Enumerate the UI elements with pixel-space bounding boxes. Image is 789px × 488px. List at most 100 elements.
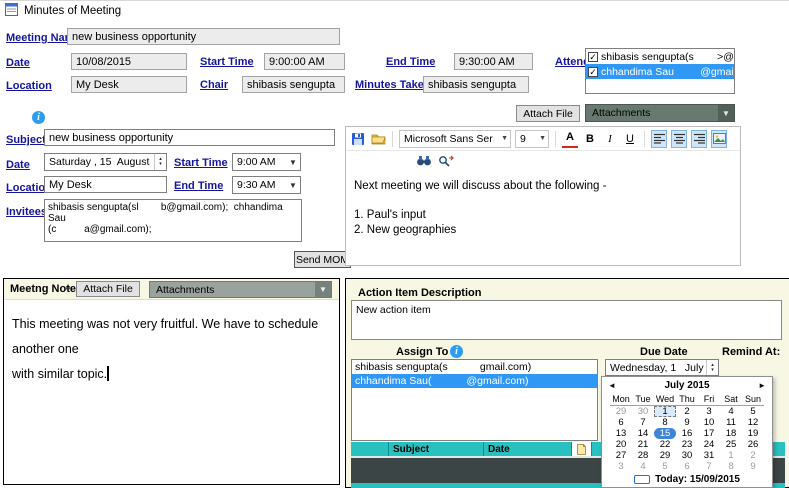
calendar-day[interactable]: 11 xyxy=(720,417,742,428)
spinner-icon[interactable]: ▴▾ xyxy=(154,154,166,170)
spinner-icon[interactable]: ▴▾ xyxy=(706,360,718,375)
chevron-down-icon: ▼ xyxy=(718,105,734,121)
calendar-day[interactable]: 23 xyxy=(676,439,698,450)
attendee-item[interactable]: ✓shibasis sengupta(s >@gma xyxy=(586,49,734,64)
calendar-day[interactable]: 5 xyxy=(742,406,764,417)
calendar-day[interactable]: 7 xyxy=(632,417,654,428)
info-icon[interactable]: i xyxy=(450,345,463,358)
calendar-day[interactable]: 28 xyxy=(632,450,654,461)
compose-date-picker[interactable]: Saturday , 15 August 20 ▴▾ xyxy=(44,153,167,171)
calendar-day[interactable]: 21 xyxy=(632,439,654,450)
calendar-day[interactable]: 9 xyxy=(742,461,764,472)
align-left-icon[interactable] xyxy=(651,130,667,148)
underline-button[interactable]: U xyxy=(622,130,638,148)
remind-at-label: Remind At: xyxy=(722,346,780,358)
calendar-day[interactable]: 18 xyxy=(720,428,742,439)
subject-input[interactable] xyxy=(44,129,335,146)
calendar-day[interactable]: 29 xyxy=(654,450,676,461)
calendar-day[interactable]: 29 xyxy=(610,406,632,417)
open-folder-icon[interactable] xyxy=(370,130,386,148)
spin-down-icon[interactable]: ▾ xyxy=(711,368,714,373)
info-icon[interactable]: i xyxy=(32,111,45,124)
notes-attachments-dropdown[interactable]: Attachments ▼ xyxy=(149,281,332,298)
font-color-button[interactable]: A xyxy=(562,130,578,148)
calendar-day[interactable]: 14 xyxy=(632,428,654,439)
meeting-notes-text[interactable]: This meeting was not very fruitful. We h… xyxy=(4,300,339,399)
font-size-combo[interactable]: 9▼ xyxy=(515,130,549,148)
attendee-checkbox[interactable]: ✓ xyxy=(588,52,598,62)
meeting-name-input[interactable] xyxy=(67,28,340,45)
calendar-prev-icon[interactable]: ◄ xyxy=(608,381,616,390)
invitees-box[interactable]: shibasis sengupta(sl b@gmail.com); chhan… xyxy=(44,199,302,242)
attendee-checkbox[interactable]: ✓ xyxy=(588,67,598,77)
date-input[interactable] xyxy=(71,53,187,70)
save-icon[interactable] xyxy=(350,130,366,148)
compose-location-input[interactable] xyxy=(44,176,167,193)
calendar-day[interactable]: 6 xyxy=(610,417,632,428)
chevron-down-icon[interactable]: ▼ xyxy=(64,285,72,294)
calendar-day[interactable]: 3 xyxy=(610,461,632,472)
calendar-day[interactable]: 30 xyxy=(632,406,654,417)
compose-start-time-combo[interactable]: 9:00 AM ▼ xyxy=(232,153,301,171)
compose-end-time-combo[interactable]: 9:30 AM ▼ xyxy=(232,176,301,194)
calendar-day[interactable]: 4 xyxy=(632,461,654,472)
calendar-day[interactable]: 6 xyxy=(676,461,698,472)
calendar-day[interactable]: 24 xyxy=(698,439,720,450)
align-right-icon[interactable] xyxy=(691,130,707,148)
find-icon[interactable] xyxy=(416,152,432,170)
calendar-day[interactable]: 19 xyxy=(742,428,764,439)
send-mom-button[interactable]: Send MOM xyxy=(294,251,351,268)
find-replace-icon[interactable] xyxy=(438,152,454,170)
calendar-day[interactable]: 5 xyxy=(654,461,676,472)
grid-header-date[interactable]: Date xyxy=(484,442,572,456)
font-family-combo[interactable]: Microsoft Sans Ser▼ xyxy=(399,130,511,148)
spin-down-icon[interactable]: ▾ xyxy=(159,162,162,167)
action-item-description-box[interactable]: New action item xyxy=(351,300,782,340)
calendar-day[interactable]: 12 xyxy=(742,417,764,428)
calendar-day[interactable]: 7 xyxy=(698,461,720,472)
chair-input[interactable] xyxy=(242,76,345,93)
calendar-day[interactable]: 8 xyxy=(720,461,742,472)
location-input[interactable] xyxy=(71,76,187,93)
calendar-day[interactable]: 27 xyxy=(610,450,632,461)
calendar-day[interactable]: 3 xyxy=(698,406,720,417)
attach-file-button[interactable]: Attach File xyxy=(516,105,580,122)
calendar-day[interactable]: 22 xyxy=(654,439,676,450)
calendar-day[interactable]: 26 xyxy=(742,439,764,450)
calendar-day[interactable]: 30 xyxy=(676,450,698,461)
minutes-taken-input[interactable] xyxy=(423,76,529,93)
attachments-dropdown[interactable]: Attachments ▼ xyxy=(585,104,735,122)
notes-attach-file-button[interactable]: Attach File xyxy=(76,281,140,297)
grid-header-subject[interactable]: Subject xyxy=(389,442,484,456)
calendar-day[interactable]: 1 xyxy=(654,406,676,417)
calendar-day[interactable]: 20 xyxy=(610,439,632,450)
attendees-list[interactable]: ✓shibasis sengupta(s >@gma✓chhandima Sau… xyxy=(585,48,735,94)
editor-content[interactable]: Next meeting we will discuss about the f… xyxy=(346,171,740,265)
assignee-item[interactable]: shibasis sengupta(s gmail.com) xyxy=(352,360,597,374)
calendar-day[interactable]: 31 xyxy=(698,450,720,461)
calendar-day[interactable]: 17 xyxy=(698,428,720,439)
attendee-item[interactable]: ✓chhandima Sau @gmail xyxy=(586,64,734,79)
end-time-input[interactable] xyxy=(454,53,533,70)
calendar-day[interactable]: 2 xyxy=(742,450,764,461)
calendar-day[interactable]: 16 xyxy=(676,428,698,439)
calendar-day[interactable]: 25 xyxy=(720,439,742,450)
assign-to-list[interactable]: shibasis sengupta(s gmail.com)chhandima … xyxy=(351,359,598,441)
calendar-next-icon[interactable]: ► xyxy=(758,381,766,390)
insert-image-button[interactable] xyxy=(711,130,727,148)
align-center-icon[interactable] xyxy=(671,130,687,148)
calendar-day[interactable]: 2 xyxy=(676,406,698,417)
calendar-day[interactable]: 15 xyxy=(654,428,676,439)
calendar-day[interactable]: 9 xyxy=(676,417,698,428)
calendar-day[interactable]: 1 xyxy=(720,450,742,461)
bold-button[interactable]: B xyxy=(582,130,598,148)
assignee-item[interactable]: chhandima Sau( @gmail.com) xyxy=(352,374,597,388)
calendar-today-row[interactable]: Today: 15/09/2015 xyxy=(602,472,772,487)
calendar-day[interactable]: 8 xyxy=(654,417,676,428)
italic-button[interactable]: I xyxy=(602,130,618,148)
calendar-day[interactable]: 10 xyxy=(698,417,720,428)
due-date-picker[interactable]: Wednesday, 1 July ▴▾ xyxy=(605,359,719,376)
calendar-day[interactable]: 4 xyxy=(720,406,742,417)
calendar-day[interactable]: 13 xyxy=(610,428,632,439)
start-time-input[interactable] xyxy=(264,53,345,70)
